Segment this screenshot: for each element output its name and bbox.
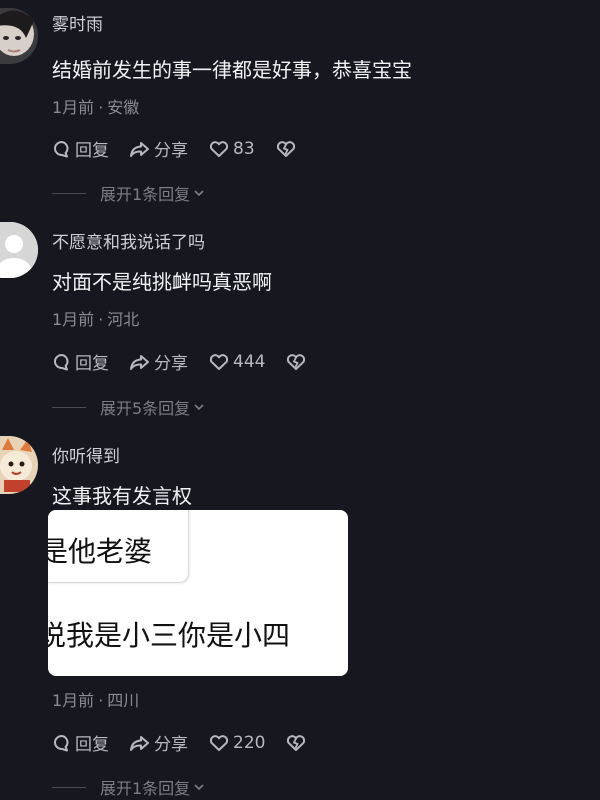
- avatar[interactable]: [0, 8, 38, 64]
- avatar[interactable]: [0, 436, 38, 494]
- comment-time: 1月前: [52, 310, 95, 329]
- expand-replies[interactable]: 展开1条回复: [52, 181, 205, 205]
- reply-label: 回复: [75, 354, 109, 374]
- dislike-button[interactable]: [285, 733, 310, 753]
- comment-meta: 1月前 · 安徽: [52, 94, 139, 118]
- expand-label: 展开1条回复: [100, 779, 191, 798]
- comment-meta: 1月前 · 四川: [52, 687, 139, 711]
- comment-text: 结婚前发生的事一律都是好事，恭喜宝宝: [52, 58, 412, 82]
- comment-text: 对面不是纯挑衅吗真恶啊: [52, 270, 272, 294]
- comment-icon: [54, 734, 69, 751]
- chevron-down-icon: [194, 190, 204, 197]
- comment-username[interactable]: 雾时雨: [52, 10, 103, 35]
- like-count: 444: [233, 351, 266, 372]
- comment-location: 安徽: [107, 98, 140, 117]
- meta-separator: ·: [98, 691, 104, 710]
- share-label: 分享: [154, 354, 188, 374]
- broken-heart-icon: [276, 140, 295, 157]
- reply-label: 回复: [75, 735, 109, 755]
- heart-icon: [209, 353, 229, 370]
- comment-username[interactable]: 不愿意和我说话了吗: [52, 228, 205, 253]
- expand-label: 展开1条回复: [100, 185, 191, 204]
- reply-button[interactable]: 回复: [52, 349, 109, 374]
- share-button[interactable]: 分享: [129, 730, 188, 755]
- dislike-button[interactable]: [275, 139, 300, 159]
- dislike-button[interactable]: [285, 352, 310, 372]
- reply-label: 回复: [75, 141, 109, 161]
- comment-time: 1月前: [52, 691, 95, 710]
- chevron-down-icon: [194, 404, 204, 411]
- chevron-down-icon: [194, 784, 204, 791]
- comment-location: 四川: [107, 691, 140, 710]
- divider-line: [52, 786, 86, 788]
- comment-actions: 回复 分享 220: [52, 730, 310, 755]
- avatar[interactable]: [0, 222, 38, 278]
- share-button[interactable]: 分享: [129, 349, 188, 374]
- comment-time: 1月前: [52, 98, 95, 117]
- comment-location: 河北: [107, 310, 140, 329]
- broken-heart-icon: [287, 353, 306, 370]
- share-label: 分享: [154, 735, 188, 755]
- share-button[interactable]: 分享: [129, 136, 188, 161]
- chat-text-line-2: 说我是小三你是小四: [48, 619, 291, 652]
- expand-replies[interactable]: 展开1条回复: [52, 775, 205, 799]
- divider-line: [52, 406, 86, 408]
- comment-actions: 回复 分享 83: [52, 136, 300, 161]
- like-button[interactable]: 444: [208, 352, 265, 372]
- like-count: 220: [233, 732, 266, 753]
- chat-text-line-1: 是他老婆: [48, 535, 153, 568]
- share-icon: [130, 735, 149, 751]
- share-label: 分享: [154, 141, 188, 161]
- share-icon: [130, 141, 149, 157]
- comment-icon: [54, 140, 69, 157]
- expand-replies[interactable]: 展开5条回复: [52, 395, 205, 419]
- like-button[interactable]: 83: [208, 139, 255, 159]
- reply-button[interactable]: 回复: [52, 136, 109, 161]
- comment-username[interactable]: 你听得到: [52, 442, 120, 467]
- broken-heart-icon: [287, 734, 306, 751]
- expand-label: 展开5条回复: [100, 399, 191, 418]
- reply-button[interactable]: 回复: [52, 730, 109, 755]
- comment-icon: [54, 353, 69, 370]
- comment-text: 这事我有发言权: [52, 484, 192, 508]
- heart-icon: [209, 140, 229, 157]
- divider-line: [52, 192, 86, 194]
- meta-separator: ·: [98, 98, 104, 117]
- comment-image[interactable]: 是他老婆 说我是小三你是小四: [48, 510, 348, 676]
- share-icon: [130, 354, 149, 370]
- like-count: 83: [233, 138, 255, 159]
- heart-icon: [209, 734, 229, 751]
- meta-separator: ·: [98, 310, 104, 329]
- comment-meta: 1月前 · 河北: [52, 306, 139, 330]
- comment-actions: 回复 分享 444: [52, 349, 310, 374]
- like-button[interactable]: 220: [208, 733, 265, 753]
